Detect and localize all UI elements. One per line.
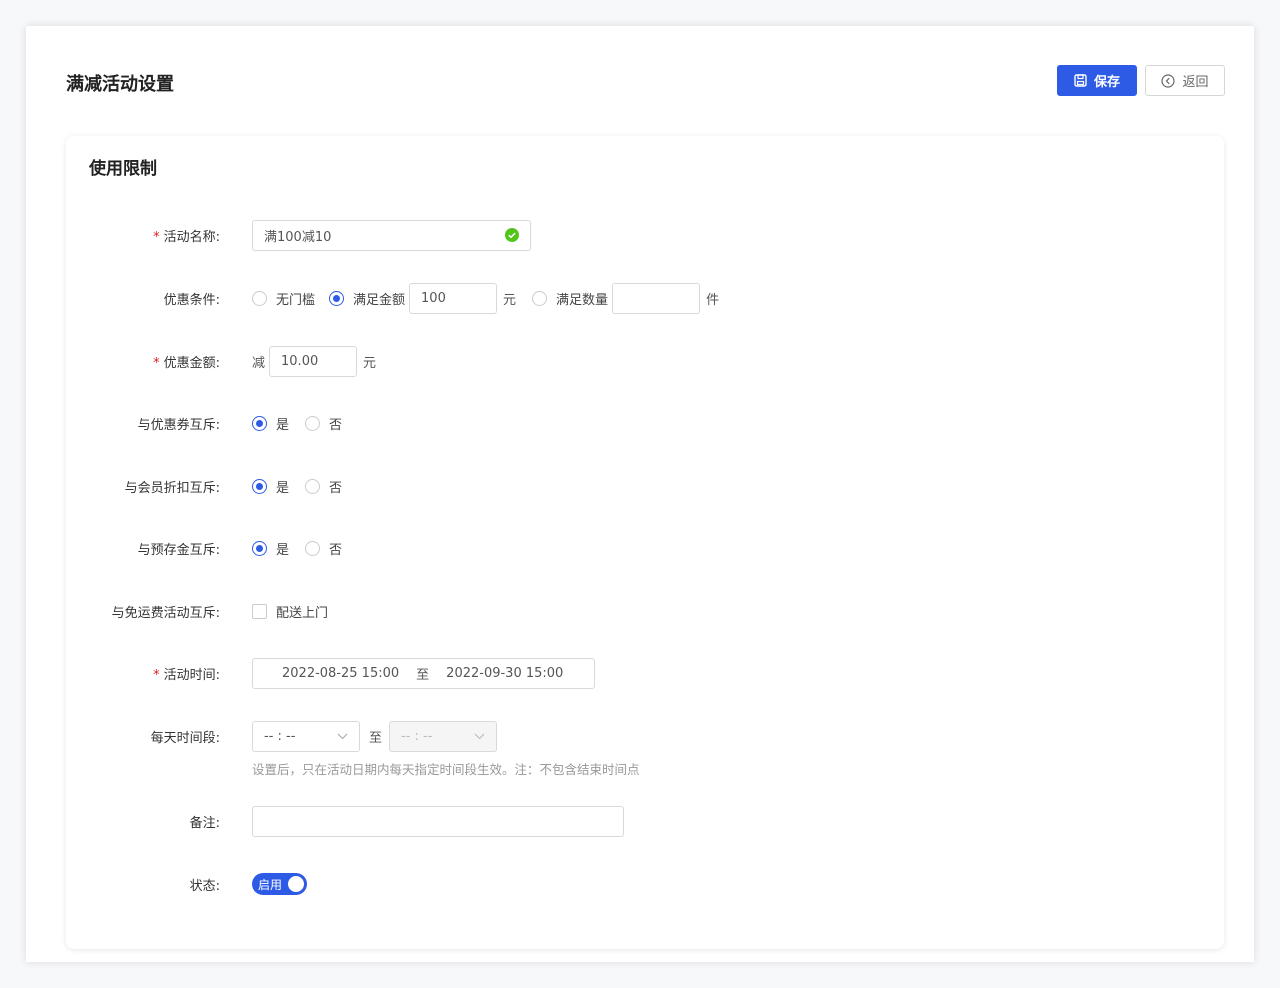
page-container: 满减活动设置 保存 返回 使用限制 * 活动名称: 满100减10 优惠条件: … [26, 26, 1254, 962]
delivery-checkbox[interactable] [252, 603, 267, 619]
radio-none[interactable] [252, 290, 267, 306]
radio-amount[interactable] [329, 290, 345, 306]
radio-member-no[interactable] [305, 478, 321, 494]
daily-period-hint: 设置后，只在活动日期内每天指定时间段生效。注：不包含结束时间点 [252, 762, 640, 777]
daily-start-select[interactable]: -- : -- [252, 720, 360, 752]
radio-member-yes[interactable] [252, 478, 267, 494]
condition-amount-input[interactable]: 100 [409, 282, 498, 314]
row-deposit-exclusive: 与预存金互斥: 是 否 [66, 532, 1224, 564]
coupon-exclusive-yes[interactable]: 是 [252, 414, 289, 433]
card-title: 使用限制 [89, 159, 157, 179]
condition-label: 优惠条件: [163, 292, 220, 308]
row-daily-period: 每天时间段: -- : -- 至 -- : -- [66, 720, 1224, 752]
usage-limit-card: 使用限制 * 活动名称: 满100减10 优惠条件: 无门槛 满足金额 100 … [66, 136, 1224, 949]
remark-input[interactable] [252, 805, 624, 837]
discount-amount-label: * 优惠金额: [153, 355, 220, 371]
chevron-down-icon [474, 733, 485, 739]
discount-amount-input[interactable]: 10.00 [269, 345, 358, 377]
condition-option-amount[interactable]: 满足金额 [329, 289, 405, 308]
row-coupon-exclusive: 与优惠券互斥: 是 否 [66, 407, 1224, 439]
save-button[interactable]: 保存 [1057, 65, 1137, 96]
member-exclusive-no[interactable]: 否 [305, 477, 342, 496]
deposit-exclusive-no[interactable]: 否 [305, 539, 342, 558]
radio-deposit-no[interactable] [305, 540, 321, 556]
back-button[interactable]: 返回 [1145, 65, 1225, 96]
coupon-exclusive-label: 与优惠券互斥: [137, 417, 220, 433]
required-mark: * [153, 355, 160, 371]
radio-coupon-no[interactable] [305, 415, 321, 431]
remark-label: 备注: [189, 815, 220, 831]
period-end: 2022-09-30 15:00 [446, 665, 564, 681]
member-exclusive-label: 与会员折扣互斥: [124, 480, 220, 496]
required-mark: * [153, 229, 160, 245]
radio-qty[interactable] [532, 290, 548, 306]
discount-prefix: 减 [252, 355, 266, 371]
member-exclusive-yes[interactable]: 是 [252, 477, 289, 496]
amount-unit: 元 [503, 292, 517, 308]
back-circle-icon [1161, 73, 1176, 88]
status-label: 状态: [189, 878, 220, 894]
activity-period-label: * 活动时间: [153, 667, 220, 683]
status-toggle[interactable]: 启用 [252, 873, 307, 895]
back-button-label: 返回 [1182, 75, 1209, 90]
activity-name-label: * 活动名称: [153, 229, 220, 245]
row-activity-period: * 活动时间: 2022-08-25 15:00 至 2022-09-30 15:… [66, 657, 1224, 689]
required-mark: * [153, 667, 160, 683]
deposit-exclusive-label: 与预存金互斥: [137, 542, 220, 558]
deposit-exclusive-yes[interactable]: 是 [252, 539, 289, 558]
activity-name-input[interactable]: 满100减10 [252, 219, 531, 251]
radio-deposit-yes[interactable] [252, 540, 267, 556]
chevron-down-icon [337, 733, 348, 739]
freeship-exclusive-label: 与免运费活动互斥: [111, 605, 220, 621]
check-success-icon [505, 228, 519, 242]
coupon-exclusive-no[interactable]: 否 [305, 414, 342, 433]
daily-end-select[interactable]: -- : -- [389, 720, 498, 752]
period-start: 2022-08-25 15:00 [282, 665, 400, 681]
row-status: 状态: 启用 [66, 868, 1224, 900]
radio-coupon-yes[interactable] [252, 415, 267, 431]
activity-period-range[interactable]: 2022-08-25 15:00 至 2022-09-30 15:00 [252, 657, 595, 689]
discount-unit: 元 [363, 355, 377, 371]
condition-option-none[interactable]: 无门槛 [252, 289, 315, 308]
save-icon [1074, 74, 1087, 87]
daily-sep: 至 [369, 730, 383, 746]
condition-qty-input[interactable] [612, 282, 701, 314]
row-remark: 备注: [66, 805, 1224, 837]
page-title: 满减活动设置 [66, 74, 174, 95]
period-sep: 至 [416, 667, 430, 683]
save-button-label: 保存 [1093, 75, 1120, 90]
freeship-option-delivery[interactable]: 配送上门 [252, 602, 328, 621]
row-activity-name: * 活动名称: 满100减10 [66, 219, 1224, 251]
qty-unit: 件 [706, 292, 720, 308]
row-member-exclusive: 与会员折扣互斥: 是 否 [66, 470, 1224, 502]
row-discount-amount: * 优惠金额: 减 10.00 元 [66, 345, 1224, 377]
row-discount-condition: 优惠条件: 无门槛 满足金额 100 元 满足数量 件 [66, 282, 1224, 314]
row-freeship-exclusive: 与免运费活动互斥: 配送上门 [66, 595, 1224, 627]
condition-option-qty[interactable]: 满足数量 [532, 289, 608, 308]
daily-period-label: 每天时间段: [150, 730, 220, 746]
